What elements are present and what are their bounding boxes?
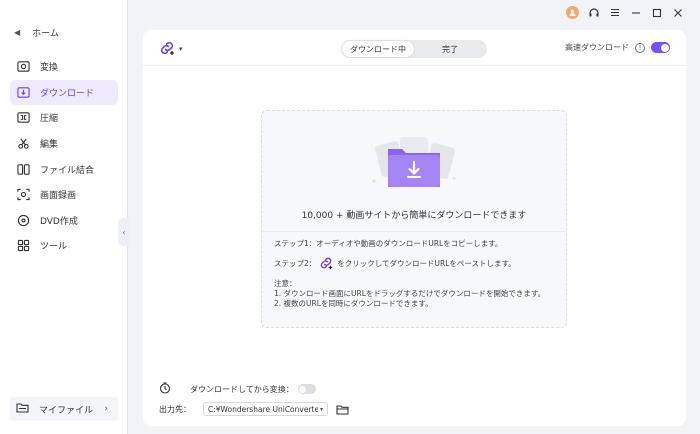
note-2: 2. 複数のURLを同時にダウンロードできます。 bbox=[274, 299, 433, 308]
sidebar-item-label: 編集 bbox=[40, 140, 59, 151]
output-path-select[interactable]: C:¥Wondershare UniConverter 1 ▾ bbox=[203, 402, 328, 416]
panel-header: ▾ ダウンロード中 完了 高速ダウンロード ! bbox=[143, 30, 686, 66]
fast-download-toggle[interactable] bbox=[651, 42, 670, 53]
output-folder-row: 出力先： C:¥Wondershare UniConverter 1 ▾ bbox=[159, 402, 349, 416]
main-panel: ▾ ダウンロード中 完了 高速ダウンロード ! 10,000 + 動画サイトから… bbox=[143, 30, 686, 426]
support-headset-icon[interactable] bbox=[587, 6, 600, 19]
folder-icon bbox=[336, 404, 349, 415]
my-files-label: マイファイル bbox=[39, 405, 94, 416]
convert-after-download-toggle[interactable] bbox=[297, 384, 316, 394]
chevron-down-icon: ▾ bbox=[179, 44, 183, 53]
sidebar-item-label: ツール bbox=[40, 242, 68, 253]
note-1: 1. ダウンロード画面にURLをドラッグするだけでダウンロードを開始できます。 bbox=[274, 289, 546, 298]
edit-icon bbox=[16, 137, 30, 151]
sidebar-collapse-handle[interactable]: ‹ bbox=[118, 218, 130, 246]
user-avatar-icon[interactable] bbox=[566, 6, 579, 19]
open-folder-button[interactable] bbox=[336, 404, 349, 415]
sidebar-item-label: 圧縮 bbox=[40, 114, 59, 125]
fast-download: 高速ダウンロード ! bbox=[565, 42, 670, 53]
download-tabs: ダウンロード中 完了 bbox=[341, 40, 487, 58]
sidebar-item-dvd[interactable]: DVD作成 bbox=[10, 208, 118, 234]
compress-icon bbox=[16, 111, 30, 125]
step-2-text: ステップ2： をクリックしてダウンロードURLをペーストします。 bbox=[274, 256, 516, 271]
record-icon bbox=[16, 188, 30, 202]
convert-after-download-label: ダウンロードしてから変換： bbox=[190, 384, 294, 394]
note-title: 注意： bbox=[274, 279, 297, 288]
step-1-text: ステップ1：オーディオや動画のダウンロードURLをコピーします。 bbox=[274, 239, 503, 248]
tab-completed[interactable]: 完了 bbox=[414, 41, 486, 57]
chevron-right-icon: › bbox=[104, 404, 108, 414]
timer-icon bbox=[159, 382, 171, 396]
sidebar-item-label: 画面録画 bbox=[40, 191, 77, 202]
home-label: ホーム bbox=[32, 29, 59, 39]
tab-downloading[interactable]: ダウンロード中 bbox=[342, 41, 414, 57]
step-2-prefix: ステップ2： bbox=[274, 259, 317, 268]
titlebar-controls bbox=[566, 6, 684, 19]
dvd-icon bbox=[16, 213, 30, 227]
sidebar-item-label: ファイル結合 bbox=[40, 165, 95, 176]
sidebar-item-label: ダウンロード bbox=[40, 88, 95, 99]
sidebar-item-tools[interactable]: ツール bbox=[10, 233, 118, 259]
convert-after-download-row: ダウンロードしてから変換： bbox=[159, 382, 316, 396]
download-icon bbox=[16, 85, 30, 99]
drop-zone-headline: 10,000 + 動画サイトから簡単にダウンロードできます bbox=[301, 211, 527, 221]
minimize-icon[interactable] bbox=[629, 6, 642, 19]
sidebar-item-download[interactable]: ダウンロード bbox=[10, 79, 118, 106]
convert-icon bbox=[16, 60, 30, 74]
sidebar-nav: 変換 ダウンロード 圧縮 編集 ファイル結合 画面録画 DVD作成 ツール bbox=[10, 54, 118, 259]
maximize-icon[interactable] bbox=[650, 6, 663, 19]
sidebar-item-record[interactable]: 画面録画 bbox=[10, 182, 118, 208]
download-folder-illustration bbox=[372, 137, 456, 187]
chevron-left-icon: ‹ bbox=[122, 227, 126, 237]
sidebar-item-convert[interactable]: 変換 bbox=[10, 54, 118, 80]
close-icon[interactable] bbox=[671, 6, 684, 19]
merge-icon bbox=[16, 162, 30, 176]
chevron-down-icon: ▾ bbox=[319, 405, 323, 413]
sidebar: ◀ ホーム 変換 ダウンロード 圧縮 編集 ファイル結合 画面録画 DVD作成 … bbox=[0, 0, 128, 434]
sidebar-item-merge[interactable]: ファイル結合 bbox=[10, 156, 118, 182]
info-icon[interactable]: ! bbox=[635, 42, 645, 53]
folder-icon bbox=[16, 402, 29, 416]
tools-icon bbox=[16, 239, 30, 253]
sidebar-item-label: 変換 bbox=[40, 63, 59, 74]
fast-download-label: 高速ダウンロード bbox=[565, 43, 629, 52]
sidebar-item-edit[interactable]: 編集 bbox=[10, 131, 118, 157]
divider bbox=[262, 231, 566, 232]
sidebar-item-label: DVD作成 bbox=[40, 216, 78, 227]
back-arrow-icon: ◀ bbox=[14, 28, 21, 37]
my-files-button[interactable]: マイファイル › bbox=[10, 397, 118, 421]
add-url-icon bbox=[160, 41, 176, 57]
output-path-value: C:¥Wondershare UniConverter 1 bbox=[208, 404, 318, 414]
output-label: 出力先： bbox=[159, 404, 191, 414]
home-button[interactable]: ◀ ホーム bbox=[14, 26, 59, 39]
sidebar-item-compress[interactable]: 圧縮 bbox=[10, 105, 118, 131]
add-url-button[interactable]: ▾ bbox=[159, 40, 183, 57]
step-2-suffix: をクリックしてダウンロードURLをペーストします。 bbox=[337, 259, 516, 268]
menu-icon[interactable] bbox=[608, 6, 621, 19]
url-drop-zone[interactable]: 10,000 + 動画サイトから簡単にダウンロードできます ステップ1：オーディ… bbox=[261, 110, 567, 328]
add-url-icon bbox=[320, 257, 334, 271]
